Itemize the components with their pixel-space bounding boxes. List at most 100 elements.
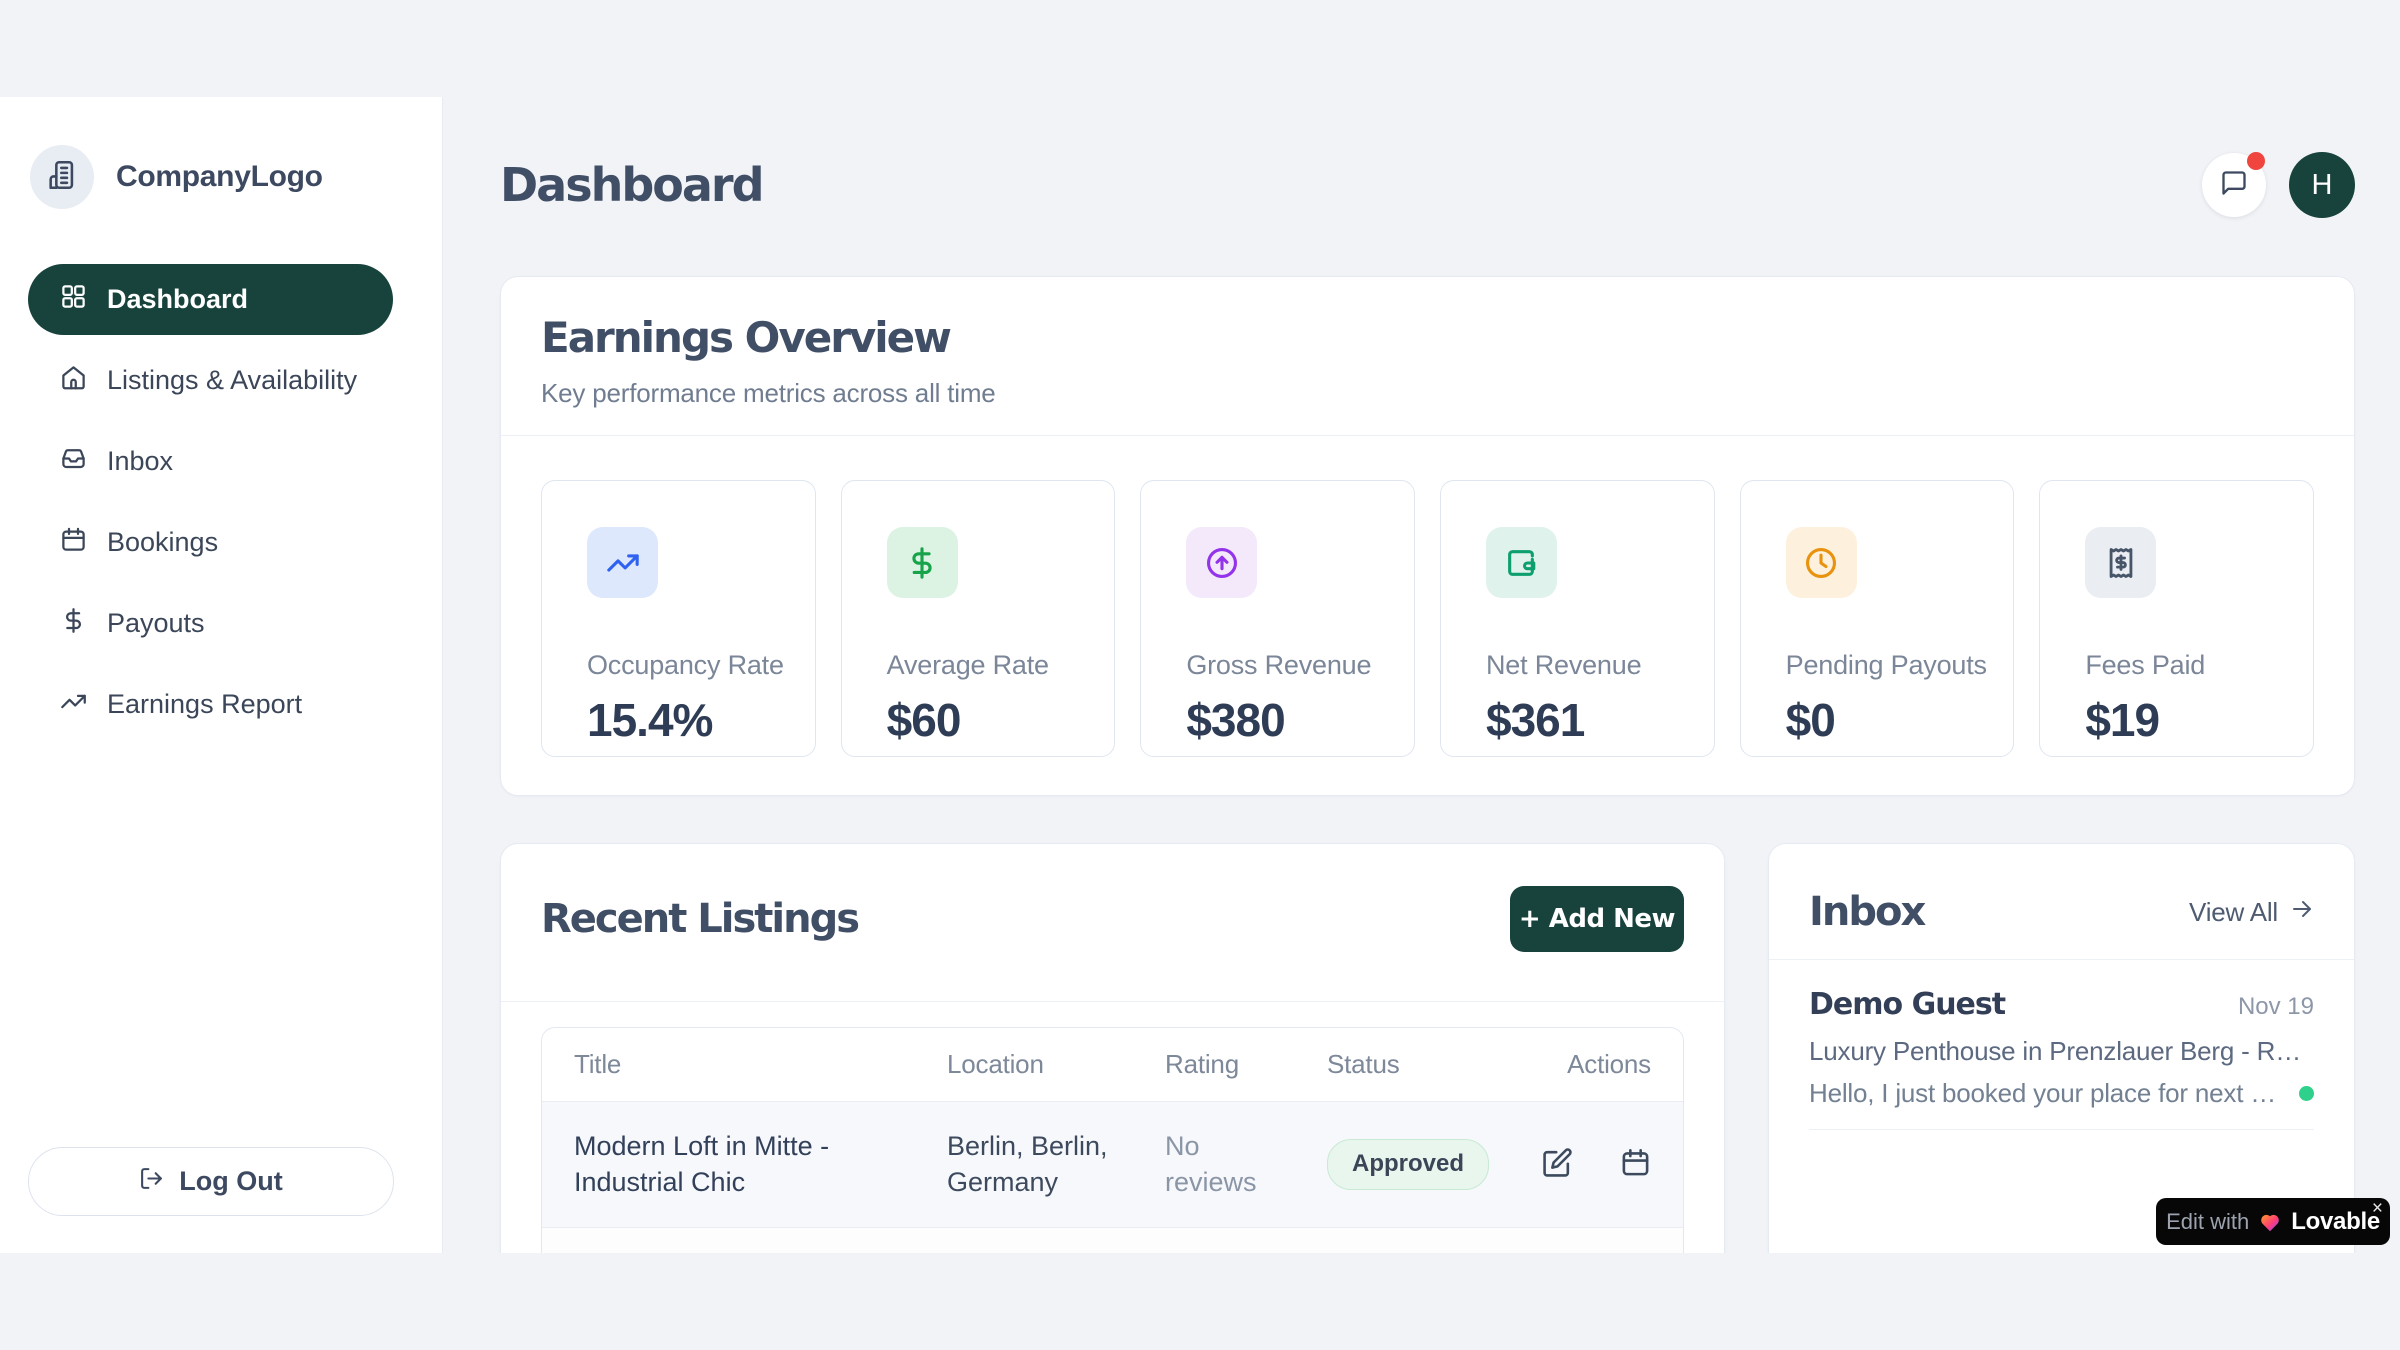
house-icon <box>60 364 87 398</box>
app-viewport: CompanyLogo Dashboard <box>0 97 2400 1253</box>
calendar-icon <box>1620 1147 1651 1181</box>
logo-avatar <box>30 145 94 209</box>
lovable-badge[interactable]: Edit with Lovable × <box>2156 1198 2390 1245</box>
message-sender: Demo Guest <box>1809 987 2005 1022</box>
recent-listings-card: Recent Listings + Add New Title Location… <box>500 843 1725 1253</box>
earnings-overview-subtitle: Key performance metrics across all time <box>541 378 2314 409</box>
logout-icon <box>139 1166 164 1198</box>
lovable-heart-icon <box>2258 1210 2282 1234</box>
column-header-actions: Actions <box>1542 1049 1651 1080</box>
calendar-button[interactable] <box>1620 1147 1651 1181</box>
edit-icon <box>1542 1147 1573 1181</box>
user-avatar[interactable]: H <box>2289 152 2355 218</box>
column-header-location: Location <box>947 1049 1165 1080</box>
inbox-message[interactable]: Demo Guest Nov 19 Luxury Penthouse in Pr… <box>1809 960 2314 1130</box>
lovable-brand-label: Lovable <box>2291 1208 2380 1236</box>
sidebar-nav: Dashboard Listings & Availability <box>0 264 442 740</box>
column-header-title: Title <box>574 1049 947 1080</box>
trending-up-icon <box>60 688 87 722</box>
recent-listings-title: Recent Listings <box>541 896 858 942</box>
table-row-partial <box>542 1228 1683 1253</box>
logout-button[interactable]: Log Out <box>28 1147 394 1216</box>
avatar-initial: H <box>2312 169 2333 202</box>
metric-value: $60 <box>887 693 1095 747</box>
metrics-row: Occupancy Rate 15.4% Average Rate $60 <box>541 480 2314 757</box>
topbar: Dashboard H <box>500 152 2355 218</box>
arrow-up-circle-icon <box>1186 527 1257 598</box>
cell-rating: No reviews <box>1165 1128 1327 1201</box>
cell-title: Modern Loft in Mitte - Industrial Chic <box>574 1128 947 1201</box>
sidebar-item-payouts[interactable]: Payouts <box>28 588 393 659</box>
sidebar-item-label: Bookings <box>107 527 218 558</box>
sidebar-item-bookings[interactable]: Bookings <box>28 507 393 578</box>
calendar-icon <box>60 526 87 560</box>
view-all-label: View All <box>2189 897 2278 928</box>
message-preview: Hello, I just booked your place for next… <box>1809 1078 2287 1109</box>
table-header-row: Title Location Rating Status Actions <box>542 1028 1683 1102</box>
building-icon <box>45 158 79 197</box>
earnings-overview-title: Earnings Overview <box>541 313 2314 362</box>
cell-actions <box>1542 1147 1651 1181</box>
edit-button[interactable] <box>1542 1147 1573 1181</box>
sidebar-item-label: Payouts <box>107 608 205 639</box>
metric-label: Average Rate <box>887 650 1095 681</box>
metric-card-fees-paid: Fees Paid $19 <box>2039 480 2314 757</box>
metric-card-net-revenue: Net Revenue $361 <box>1440 480 1715 757</box>
page-title: Dashboard <box>500 158 763 212</box>
metric-label: Pending Payouts <box>1786 650 1994 681</box>
unread-dot <box>2299 1086 2314 1101</box>
notification-dot <box>2247 152 2265 170</box>
sidebar-item-dashboard[interactable]: Dashboard <box>28 264 393 335</box>
sidebar-item-inbox[interactable]: Inbox <box>28 426 393 497</box>
trending-up-icon <box>587 527 658 598</box>
table-row[interactable]: Modern Loft in Mitte - Industrial Chic B… <box>542 1102 1683 1228</box>
inbox-card: Inbox View All Demo Guest Nov <box>1768 843 2355 1253</box>
view-all-link[interactable]: View All <box>2189 897 2314 928</box>
listings-table: Title Location Rating Status Actions Mod… <box>541 1027 1684 1253</box>
sidebar-item-label: Listings & Availability <box>107 365 357 396</box>
metric-label: Occupancy Rate <box>587 650 795 681</box>
message-date: Nov 19 <box>2238 993 2314 1021</box>
sidebar-item-label: Inbox <box>107 446 173 477</box>
edit-with-label: Edit with <box>2166 1209 2249 1235</box>
sidebar-item-label: Earnings Report <box>107 689 302 720</box>
column-header-rating: Rating <box>1165 1049 1327 1080</box>
logo-text: CompanyLogo <box>116 160 323 194</box>
logout-label: Log Out <box>179 1166 282 1197</box>
sidebar: CompanyLogo Dashboard <box>0 97 443 1253</box>
grid-icon <box>60 283 87 317</box>
chat-icon <box>2220 169 2248 202</box>
metric-card-pending-payouts: Pending Payouts $0 <box>1740 480 2015 757</box>
main-content: Dashboard H Earnings Overview <box>443 97 2400 1253</box>
metric-label: Fees Paid <box>2085 650 2293 681</box>
metric-value: $380 <box>1186 693 1394 747</box>
inbox-icon <box>60 445 87 479</box>
metric-value: $361 <box>1486 693 1694 747</box>
close-icon[interactable]: × <box>2372 1199 2383 1218</box>
sidebar-item-label: Dashboard <box>107 284 248 315</box>
metric-value: $19 <box>2085 693 2293 747</box>
earnings-overview-header: Earnings Overview Key performance metric… <box>501 277 2354 436</box>
metric-card-occupancy-rate: Occupancy Rate 15.4% <box>541 480 816 757</box>
metric-label: Net Revenue <box>1486 650 1694 681</box>
divider <box>501 1001 1724 1002</box>
clock-icon <box>1786 527 1857 598</box>
sidebar-item-earnings-report[interactable]: Earnings Report <box>28 669 393 740</box>
wallet-icon <box>1486 527 1557 598</box>
cell-status: Approved <box>1327 1139 1542 1189</box>
logo: CompanyLogo <box>30 145 442 209</box>
sidebar-item-listings[interactable]: Listings & Availability <box>28 345 393 416</box>
message-subject: Luxury Penthouse in Prenzlauer Berg - Ro… <box>1809 1036 2314 1067</box>
cell-location: Berlin, Berlin, Germany <box>947 1128 1165 1201</box>
receipt-icon <box>2085 527 2156 598</box>
metric-card-average-rate: Average Rate $60 <box>841 480 1116 757</box>
metric-card-gross-revenue: Gross Revenue $380 <box>1140 480 1415 757</box>
arrow-right-icon <box>2290 897 2314 928</box>
dollar-icon <box>887 527 958 598</box>
metric-label: Gross Revenue <box>1186 650 1394 681</box>
metric-value: 15.4% <box>587 693 795 747</box>
chat-button[interactable] <box>2202 153 2266 217</box>
dollar-icon <box>60 607 87 641</box>
add-new-button[interactable]: + Add New <box>1510 886 1684 952</box>
metric-value: $0 <box>1786 693 1994 747</box>
